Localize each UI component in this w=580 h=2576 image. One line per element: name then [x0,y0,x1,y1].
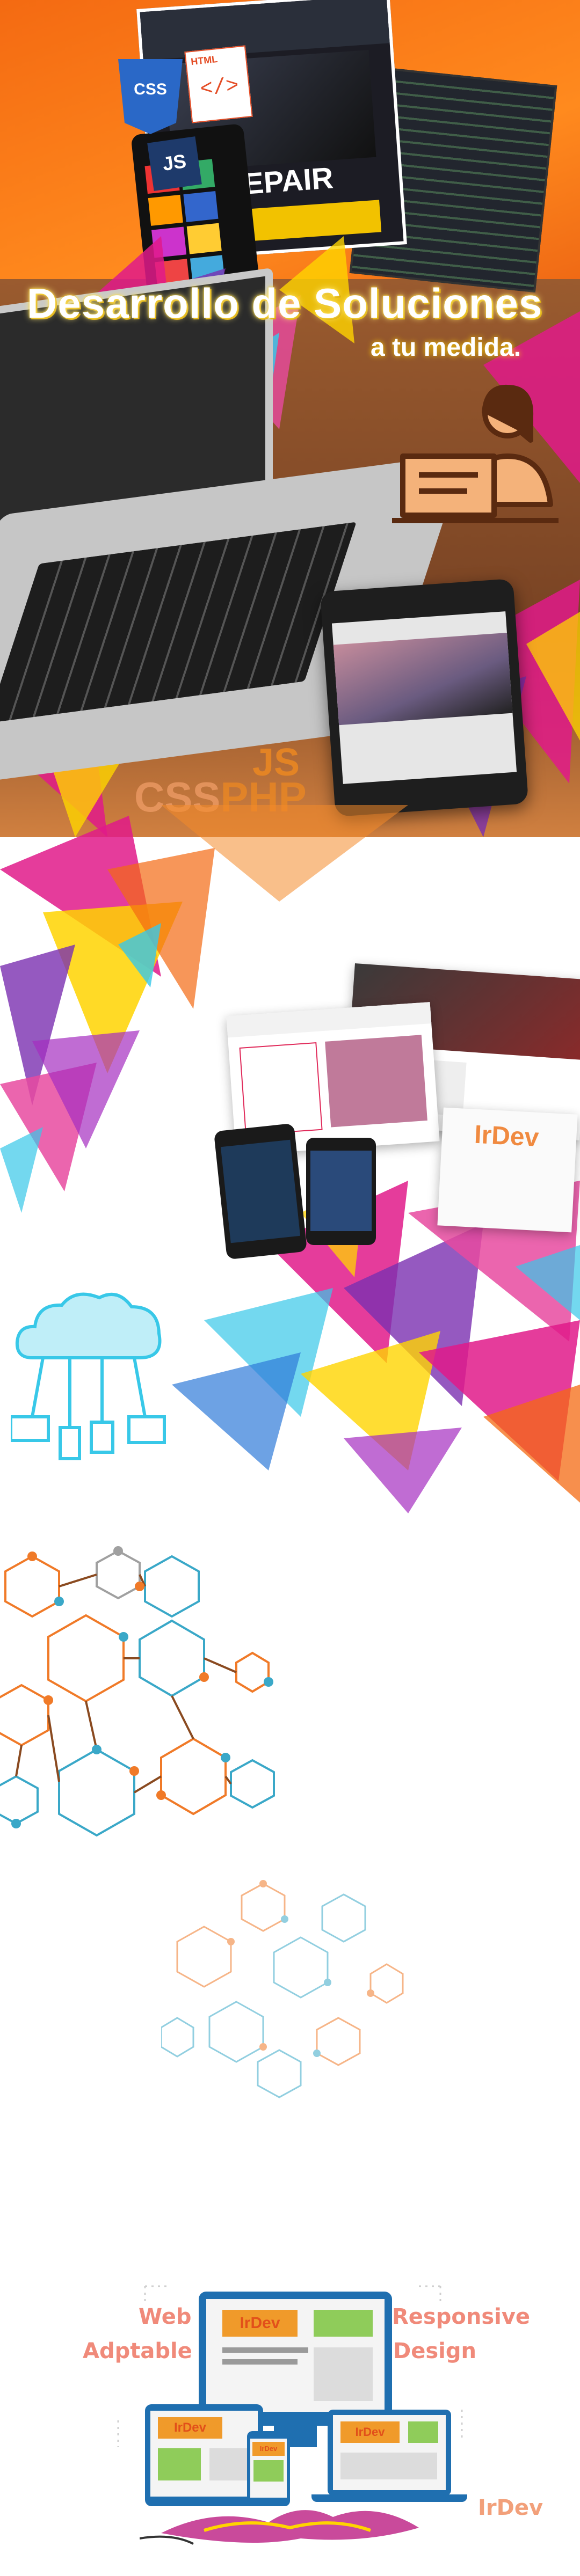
label-adaptable: Adptable [83,2339,192,2363]
label-responsive: Responsive [392,2304,531,2329]
responsive-design-illustration: IrDev IrDev IrDev IrDev Web Adptable Res… [75,2270,530,2549]
hexagon-network-large [0,1546,275,1837]
subheadline: a tu medida. [371,333,521,362]
poster: REPAIR CSS HTML </> JS Desarrollo de Sol… [0,0,580,2576]
laptop-logo: IrDev [340,2421,400,2443]
smartphone [320,578,529,817]
phone-logo: IrDev [252,2442,285,2456]
tablet-device: IrDev [145,2404,263,2506]
label-design: Design [393,2339,476,2363]
js-badge: JS [147,136,202,191]
paint-splash [140,2510,419,2545]
headline: Desarrollo de Soluciones [27,280,543,327]
hero-section: REPAIR CSS HTML </> JS Desarrollo de Sol… [0,0,580,837]
multi-device-mockups: IrDev [213,961,580,1260]
label-web: Web [139,2304,192,2329]
css3-badge: CSS [118,59,183,134]
developer-at-laptop-icon [392,384,559,523]
hexagon-network-small [161,1880,404,2098]
tablet-logo: IrDev [158,2417,222,2439]
mockup-logo: IrDev [473,1120,540,1152]
html-file-icon: HTML </> [184,45,253,123]
cloud-network-icon [11,1292,166,1460]
phone-device: IrDev [247,2431,290,2506]
monitor-logo: IrDev [222,2310,298,2337]
brand-logo: IrDev [478,2496,543,2520]
laptop-device: IrDev [328,2410,451,2496]
